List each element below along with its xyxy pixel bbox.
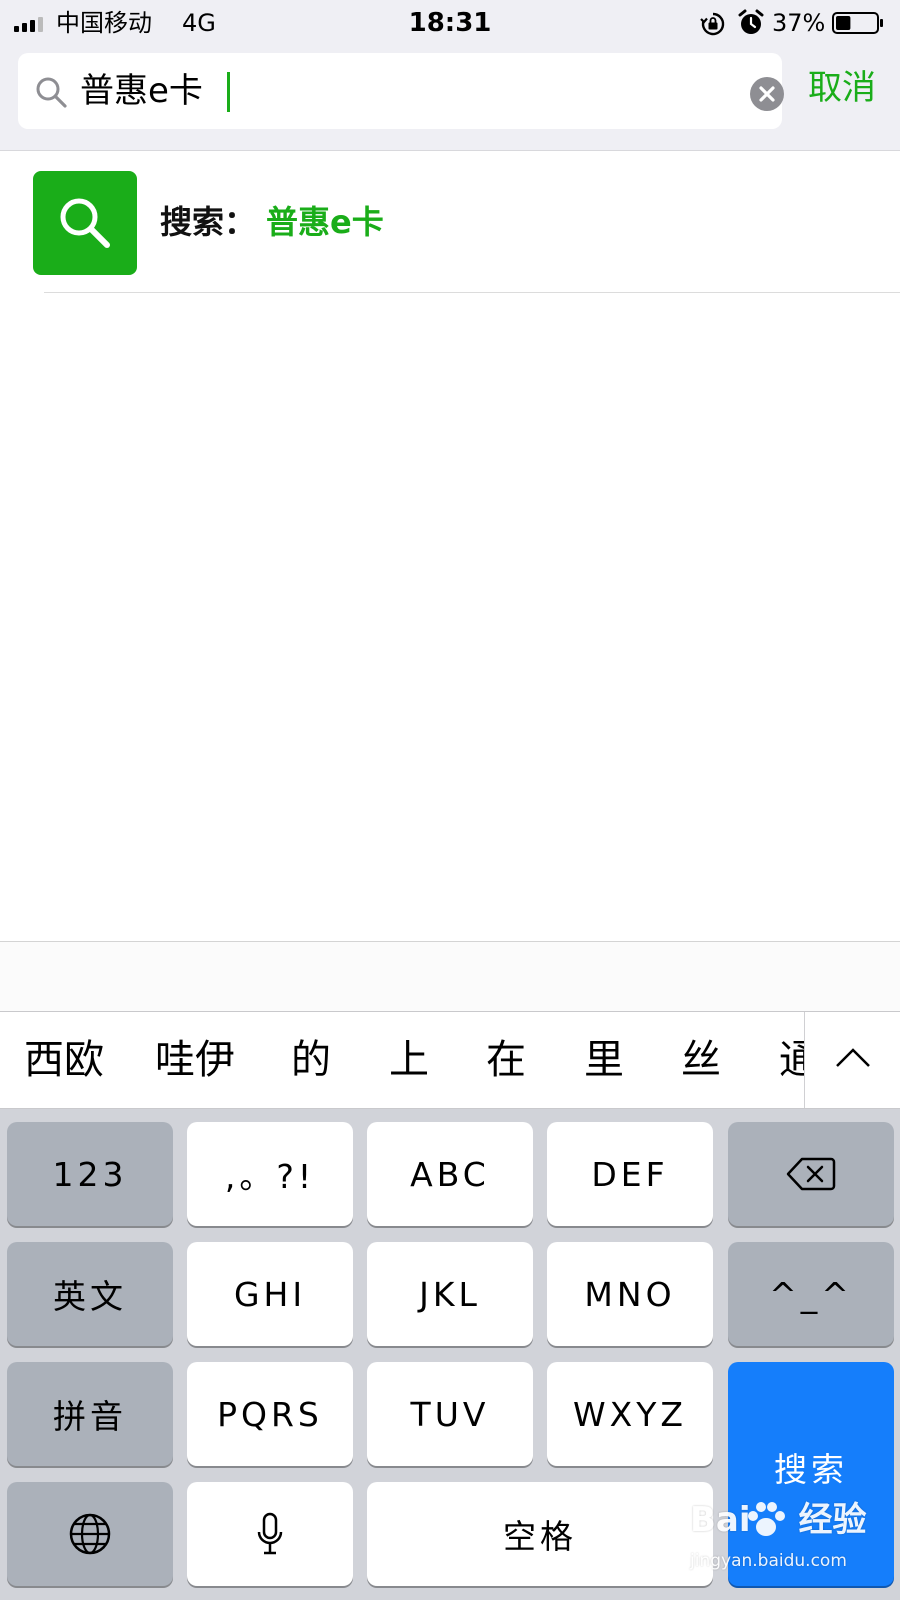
key-123[interactable]: 123 bbox=[7, 1122, 173, 1226]
expand-candidates-button[interactable] bbox=[804, 1012, 900, 1108]
search-header: 取消 bbox=[0, 46, 900, 151]
backspace-icon bbox=[786, 1157, 836, 1191]
rotation-lock-icon bbox=[700, 12, 725, 36]
key-pqrs[interactable]: PQRS bbox=[187, 1362, 353, 1466]
text-caret bbox=[227, 72, 230, 112]
cancel-button[interactable]: 取消 bbox=[808, 66, 876, 110]
candidate-bar: 西欧 哇伊 的 上 在 里 丝 通 bbox=[0, 1011, 900, 1109]
key-mno[interactable]: MNO bbox=[547, 1242, 713, 1346]
search-suggestion-row[interactable]: 搜索： 普惠e卡 bbox=[0, 152, 900, 292]
candidate-item[interactable]: 通 bbox=[779, 1034, 804, 1086]
key-ghi[interactable]: GHI bbox=[187, 1242, 353, 1346]
search-icon bbox=[36, 77, 67, 108]
clear-icon bbox=[759, 86, 775, 102]
search-icon bbox=[60, 198, 110, 248]
battery-icon bbox=[832, 12, 883, 34]
search-input[interactable] bbox=[80, 65, 720, 117]
key-english[interactable]: 英文 bbox=[7, 1242, 173, 1346]
space-key[interactable]: 空格 bbox=[367, 1482, 713, 1586]
candidate-item[interactable]: 丝 bbox=[681, 1034, 721, 1086]
clear-button[interactable] bbox=[750, 77, 784, 111]
key-jkl[interactable]: JKL bbox=[367, 1242, 533, 1346]
suggestion-prefix: 搜索： bbox=[160, 203, 257, 241]
key-emoticon[interactable]: ^_^ bbox=[728, 1242, 894, 1346]
key-abc[interactable]: ABC bbox=[367, 1122, 533, 1226]
microphone-icon bbox=[257, 1512, 283, 1555]
candidate-item[interactable]: 在 bbox=[486, 1034, 526, 1086]
backspace-key[interactable] bbox=[728, 1122, 894, 1226]
paw-icon bbox=[748, 1502, 785, 1536]
candidate-list: 西欧 哇伊 的 上 在 里 丝 通 bbox=[0, 1012, 804, 1108]
candidate-item[interactable]: 哇伊 bbox=[155, 1034, 235, 1086]
microphone-key[interactable] bbox=[187, 1482, 353, 1586]
clock: 18:31 bbox=[408, 8, 492, 38]
key-tuv[interactable]: TUV bbox=[367, 1362, 533, 1466]
battery-percent: 37% bbox=[772, 9, 826, 37]
key-punctuation[interactable]: ,。?! bbox=[187, 1122, 353, 1226]
candidate-item[interactable]: 西欧 bbox=[24, 1034, 104, 1086]
results-area bbox=[0, 293, 900, 941]
status-bar: 中国移动 4G 18:31 37% bbox=[0, 0, 900, 46]
watermark: Bai 经验 jingyan.baidu.com bbox=[690, 1500, 890, 1590]
key-def[interactable]: DEF bbox=[547, 1122, 713, 1226]
key-pinyin[interactable]: 拼音 bbox=[7, 1362, 173, 1466]
candidate-item[interactable]: 里 bbox=[584, 1034, 624, 1086]
watermark-url: jingyan.baidu.com bbox=[690, 1551, 847, 1571]
key-wxyz[interactable]: WXYZ bbox=[547, 1362, 713, 1466]
suggestion-tile bbox=[33, 171, 137, 275]
globe-icon bbox=[69, 1513, 111, 1555]
search-box[interactable] bbox=[18, 53, 784, 129]
candidate-item[interactable]: 的 bbox=[291, 1034, 331, 1086]
bottom-strip bbox=[0, 941, 900, 1011]
chevron-up-icon bbox=[836, 1048, 870, 1067]
globe-key[interactable] bbox=[7, 1482, 173, 1586]
alarm-icon bbox=[738, 9, 764, 34]
candidate-item[interactable]: 上 bbox=[389, 1034, 429, 1086]
suggestion-query: 普惠e卡 bbox=[266, 203, 384, 241]
